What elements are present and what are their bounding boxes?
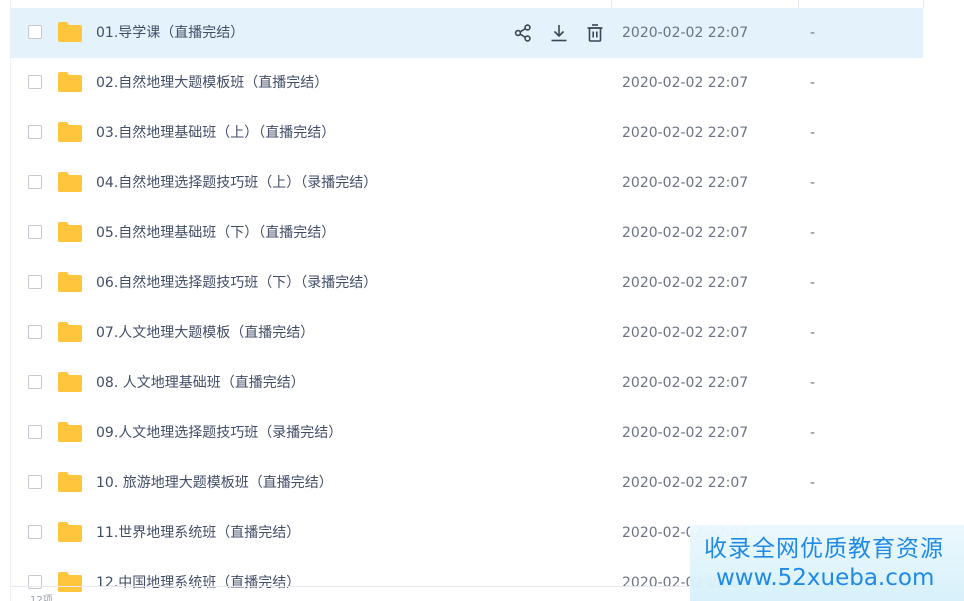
- folder-icon: [57, 371, 83, 393]
- row-checkbox[interactable]: [28, 25, 42, 39]
- folder-icon: [57, 121, 83, 143]
- file-row[interactable]: 04.自然地理选择题技巧班（上）（录播完结） 2020-02-02 22:07 -: [11, 158, 923, 208]
- column-divider: [798, 0, 799, 8]
- row-checkbox[interactable]: [28, 525, 42, 539]
- file-row[interactable]: 10. 旅游地理大题模板班（直播完结） 2020-02-02 22:07 -: [11, 458, 923, 508]
- row-checkbox[interactable]: [28, 425, 42, 439]
- folder-icon: [57, 571, 83, 593]
- file-row[interactable]: 01.导学课（直播完结） 2020-02-02 22:07 -: [11, 8, 923, 58]
- modified-time: 2020-02-02 22:07: [622, 25, 749, 41]
- folder-icon: [57, 421, 83, 443]
- column-divider: [611, 0, 612, 8]
- folder-icon: [57, 71, 83, 93]
- modified-time: 2020-02-02 22:07: [622, 175, 749, 191]
- file-list: 01.导学课（直播完结） 2020-02-02 22:07-02.自然地理大题模板…: [11, 8, 923, 601]
- file-row[interactable]: 06.自然地理选择题技巧班（下）（录播完结） 2020-02-02 22:07 -: [11, 258, 923, 308]
- watermark-slogan: 收录全网优质教育资源: [704, 536, 944, 562]
- row-checkbox[interactable]: [28, 475, 42, 489]
- file-name-link[interactable]: 02.自然地理大题模板班（直播完结）: [96, 58, 328, 108]
- file-name-link[interactable]: 03.自然地理基础班（上）（直播完结）: [96, 108, 335, 158]
- column-divider: [923, 0, 924, 8]
- file-size: -: [810, 375, 816, 391]
- modified-time: 2020-02-02 22:07: [622, 125, 749, 141]
- row-checkbox[interactable]: [28, 75, 42, 89]
- file-name-link[interactable]: 07.人文地理大题模板（直播完结）: [96, 308, 314, 358]
- row-checkbox[interactable]: [28, 125, 42, 139]
- file-name-link[interactable]: 11.世界地理系统班（直播完结）: [96, 508, 300, 558]
- file-size: -: [810, 225, 816, 241]
- file-name-link[interactable]: 04.自然地理选择题技巧班（上）（录播完结）: [96, 158, 377, 208]
- folder-icon: [57, 321, 83, 343]
- file-name-link[interactable]: 08. 人文地理基础班（直播完结）: [96, 358, 305, 408]
- folder-icon: [57, 171, 83, 193]
- row-checkbox[interactable]: [28, 275, 42, 289]
- modified-time: 2020-02-02 22:07: [622, 475, 749, 491]
- folder-icon: [57, 471, 83, 493]
- modified-time: 2020-02-02 22:07: [622, 425, 749, 441]
- file-size: -: [810, 125, 816, 141]
- modified-time: 2020-02-02 22:07: [622, 325, 749, 341]
- folder-icon: [57, 221, 83, 243]
- file-row[interactable]: 07.人文地理大题模板（直播完结） 2020-02-02 22:07 -: [11, 308, 923, 358]
- watermark-banner: 收录全网优质教育资源 www.52xueba.com: [690, 525, 964, 601]
- watermark-url: www.52xueba.com: [716, 565, 935, 591]
- file-size: -: [810, 425, 816, 441]
- file-name-link[interactable]: 01.导学课（直播完结）: [96, 8, 244, 58]
- share-icon[interactable]: [511, 21, 535, 45]
- file-size: -: [810, 475, 816, 491]
- file-browser: 01.导学课（直播完结） 2020-02-02 22:07-02.自然地理大题模板…: [0, 0, 964, 601]
- file-row[interactable]: 03.自然地理基础班（上）（直播完结） 2020-02-02 22:07 -: [11, 108, 923, 158]
- file-name-link[interactable]: 05.自然地理基础班（下）（直播完结）: [96, 208, 335, 258]
- file-name-link[interactable]: 06.自然地理选择题技巧班（下）（录播完结）: [96, 258, 377, 308]
- modified-time: 2020-02-02 22:07: [622, 375, 749, 391]
- file-name-link[interactable]: 12.中国地理系统班（直播完结）: [96, 558, 300, 601]
- file-name-link[interactable]: 09.人文地理选择题技巧班（录播完结）: [96, 408, 342, 458]
- row-checkbox[interactable]: [28, 375, 42, 389]
- file-size: -: [810, 325, 816, 341]
- download-icon[interactable]: [547, 21, 571, 45]
- file-name-link[interactable]: 10. 旅游地理大题模板班（直播完结）: [96, 458, 333, 508]
- row-checkbox[interactable]: [28, 225, 42, 239]
- row-checkbox[interactable]: [28, 325, 42, 339]
- table-header-strip: [0, 0, 964, 8]
- folder-icon: [57, 521, 83, 543]
- file-size: -: [810, 25, 816, 41]
- file-row[interactable]: 05.自然地理基础班（下）（直播完结） 2020-02-02 22:07 -: [11, 208, 923, 258]
- folder-icon: [57, 21, 83, 43]
- delete-icon[interactable]: [583, 21, 607, 45]
- file-row[interactable]: 09.人文地理选择题技巧班（录播完结） 2020-02-02 22:07 -: [11, 408, 923, 458]
- folder-icon: [57, 271, 83, 293]
- item-count: 12项: [30, 595, 53, 601]
- footer-divider: [11, 586, 691, 587]
- modified-time: 2020-02-02 22:07: [622, 275, 749, 291]
- file-size: -: [810, 175, 816, 191]
- file-row[interactable]: 08. 人文地理基础班（直播完结） 2020-02-02 22:07 -: [11, 358, 923, 408]
- modified-time: 2020-02-02 22:07: [622, 225, 749, 241]
- row-actions: [511, 21, 607, 45]
- file-size: -: [810, 275, 816, 291]
- modified-time: 2020-02-02 22:07: [622, 75, 749, 91]
- row-checkbox[interactable]: [28, 175, 42, 189]
- file-row[interactable]: 02.自然地理大题模板班（直播完结） 2020-02-02 22:07 -: [11, 58, 923, 108]
- file-size: -: [810, 75, 816, 91]
